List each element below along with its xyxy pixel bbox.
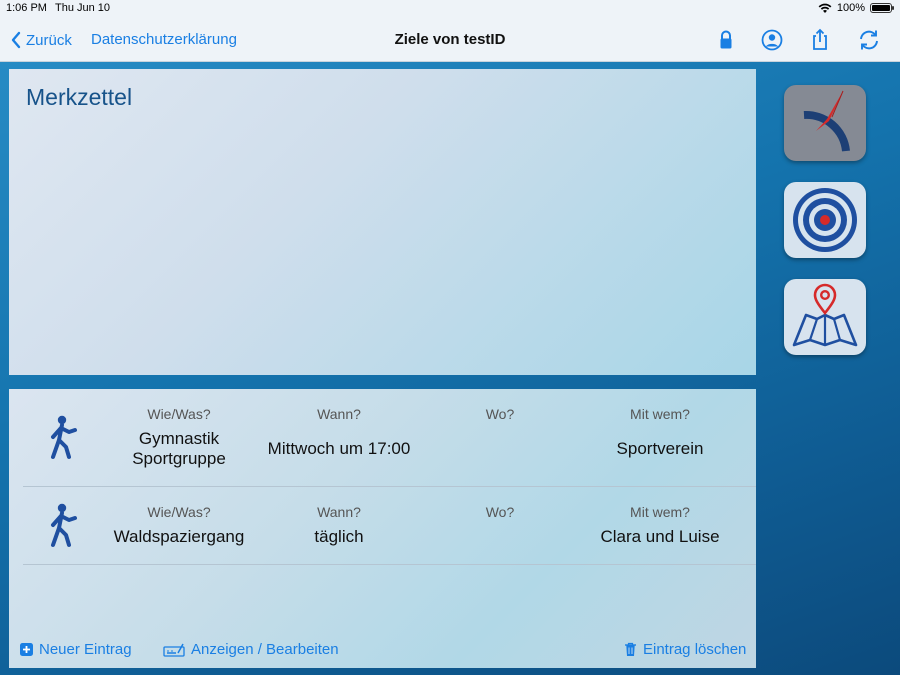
where-header: Wo? <box>485 504 515 520</box>
delete-entry-label: Eintrag löschen <box>643 641 747 658</box>
when-header: Wann? <box>317 504 361 520</box>
with-header: Mit wem? <box>630 504 690 520</box>
when-value: täglich <box>314 527 364 546</box>
how-value-line1: Waldspaziergang <box>113 527 245 546</box>
notes-title: Merkzettel <box>26 84 133 110</box>
edit-icon <box>163 643 185 657</box>
walking-person-icon <box>51 415 77 459</box>
battery-percent: 100% <box>836 2 865 14</box>
plus-square-icon <box>20 643 33 656</box>
map-app-button[interactable] <box>784 279 866 355</box>
with-value: Sportverein <box>616 439 704 458</box>
gauge-app-icon <box>803 90 850 152</box>
how-header: Wie/Was? <box>147 504 211 520</box>
target-app-icon <box>793 188 857 252</box>
user-circle-icon[interactable] <box>759 27 785 53</box>
how-value-line2: Sportgruppe <box>132 449 226 468</box>
list-item[interactable]: Wie/Was? Gymnastik Sportgruppe Wann? Mit… <box>23 389 756 487</box>
with-value: Clara und Luise <box>600 527 720 546</box>
where-cell: Wo? <box>415 406 585 439</box>
how-value: Gymnastik Sportgruppe <box>94 429 264 469</box>
target-app-button[interactable] <box>784 182 866 258</box>
sync-icon[interactable] <box>856 27 882 53</box>
status-time: 1:06 PM <box>6 2 47 14</box>
list-item[interactable]: Wie/Was? Waldspaziergang Wann? täglich W… <box>23 487 756 565</box>
how-cell: Wie/Was? Gymnastik Sportgruppe <box>94 406 264 469</box>
share-icon[interactable] <box>807 27 833 53</box>
when-cell: Wann? täglich <box>254 504 424 547</box>
status-right: 100% <box>818 2 894 14</box>
when-header: Wann? <box>317 406 361 422</box>
gauge-app-button[interactable] <box>784 85 866 161</box>
with-cell: Mit wem? Sportverein <box>575 406 745 459</box>
walking-person-icon <box>51 503 77 547</box>
show-edit-label: Anzeigen / Bearbeiten <box>191 641 339 658</box>
status-date: Thu Jun 10 <box>55 2 111 14</box>
wifi-icon <box>818 3 832 13</box>
navigation-bar: Zurück Datenschutzerklärung Ziele von te… <box>0 18 900 62</box>
how-value: Waldspaziergang <box>94 527 264 547</box>
how-cell: Wie/Was? Waldspaziergang <box>94 504 264 547</box>
delete-entry-button[interactable]: Eintrag löschen <box>624 641 746 658</box>
notes-panel[interactable]: Merkzettel <box>9 69 756 375</box>
where-cell: Wo? <box>415 504 585 527</box>
where-header: Wo? <box>485 406 515 422</box>
with-header: Mit wem? <box>630 406 690 422</box>
lock-icon[interactable] <box>713 27 739 53</box>
when-cell: Wann? Mittwoch um 17:00 <box>254 406 424 459</box>
new-entry-label: Neuer Eintrag <box>39 641 132 658</box>
show-edit-button[interactable]: Anzeigen / Bearbeiten <box>163 641 339 658</box>
entries-panel: Wie/Was? Gymnastik Sportgruppe Wann? Mit… <box>9 389 756 668</box>
new-entry-button[interactable]: Neuer Eintrag <box>20 641 132 658</box>
when-value: Mittwoch um 17:00 <box>267 439 411 458</box>
how-value-line1: Gymnastik <box>138 429 220 448</box>
status-bar: 1:06 PM Thu Jun 10 100% <box>0 0 900 18</box>
with-cell: Mit wem? Clara und Luise <box>575 504 745 547</box>
how-header: Wie/Was? <box>147 406 211 422</box>
trash-icon <box>625 642 636 656</box>
map-pin-app-icon <box>792 283 858 347</box>
battery-icon <box>870 3 894 13</box>
